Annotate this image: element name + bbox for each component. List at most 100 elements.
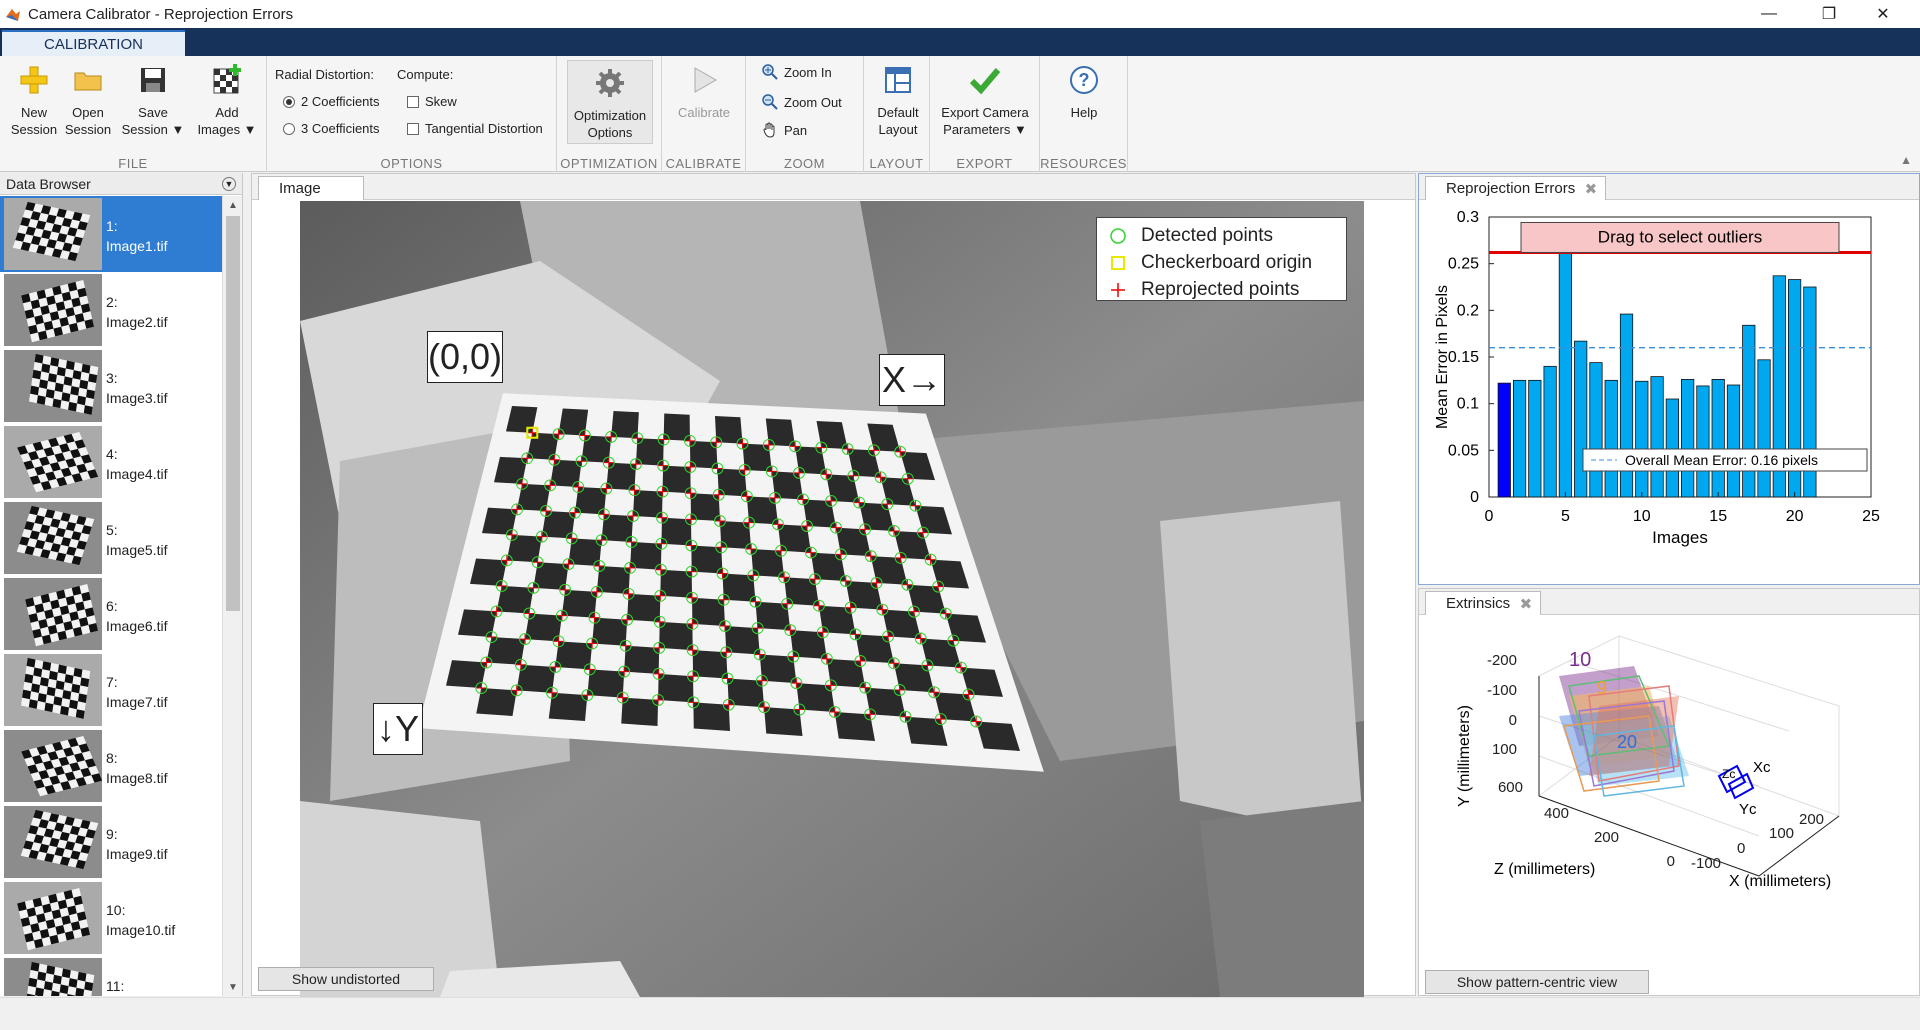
tab-extrinsics[interactable]: Extrinsics ✖: [1425, 591, 1542, 615]
x-axis-label: Images: [1652, 528, 1708, 547]
collapse-toolstrip-icon[interactable]: ▲: [1900, 153, 1912, 167]
list-item-name: Image7.tif: [106, 694, 168, 710]
checker-square: [834, 711, 875, 741]
file-section: New Session Open Session Save Session ▼ …: [0, 56, 267, 172]
list-item[interactable]: 3: Image3.tif: [0, 348, 222, 424]
three-coefficients-radio[interactable]: 3 Coefficients: [283, 121, 380, 136]
help-button[interactable]: ? Help: [1054, 62, 1114, 121]
save-icon: [135, 62, 171, 98]
y-axis-label-box: ↓Y: [373, 703, 423, 755]
extrinsics-label-10: 10: [1569, 649, 1591, 671]
tab-image[interactable]: Image: [258, 176, 364, 200]
list-item[interactable]: 6: Image6.tif: [0, 576, 222, 652]
list-item[interactable]: 10: Image10.tif: [0, 880, 222, 956]
tab-extrinsics-label: Extrinsics: [1446, 595, 1511, 612]
new-session-icon: [16, 62, 52, 98]
add-images-button[interactable]: Add Images ▼: [192, 62, 262, 138]
checker-square: [742, 443, 772, 472]
resources-section: ? Help RESOURCES: [1040, 56, 1128, 172]
default-layout-button[interactable]: Default Layout: [870, 62, 926, 138]
restore-button[interactable]: ❐: [1806, 0, 1852, 28]
x-tick-3: 100: [1769, 825, 1794, 842]
skew-label: Skew: [425, 94, 457, 109]
image-thumbnail: [4, 274, 102, 346]
list-item[interactable]: 1: Image1.tif: [0, 196, 222, 272]
zoom-in-button[interactable]: Zoom In: [762, 64, 832, 80]
error-bar: [1665, 398, 1679, 498]
ribbon-tab-strip: CALIBRATION: [0, 28, 1920, 56]
checker-square: [486, 636, 526, 665]
error-bar: [1558, 249, 1572, 498]
save-session-button[interactable]: Save Session ▼: [118, 62, 188, 138]
z-tick-4: 0: [1667, 853, 1675, 870]
x-tick-2: 0: [1737, 840, 1745, 857]
list-item[interactable]: 7: Image7.tif: [0, 652, 222, 728]
two-coefficients-radio[interactable]: 2 Coefficients: [283, 94, 380, 109]
show-pattern-centric-view-button[interactable]: Show pattern-centric view: [1425, 970, 1649, 994]
x-tick-label: 20: [1786, 508, 1804, 525]
show-undistorted-button[interactable]: Show undistorted: [258, 967, 434, 991]
checker-square: [818, 605, 856, 635]
options-section-label: OPTIONS: [380, 156, 443, 171]
extrinsics-xlabel: X (millimeters): [1729, 873, 1831, 890]
checker-square: [727, 678, 765, 708]
list-item-name: Image9.tif: [106, 846, 168, 862]
open-session-button[interactable]: Open Session: [62, 62, 114, 138]
list-item[interactable]: 4: Image4.tif: [0, 424, 222, 500]
zoom-out-button[interactable]: Zoom Out: [762, 94, 842, 110]
tab-calibration[interactable]: CALIBRATION: [2, 30, 185, 56]
extrinsics-3d-plot[interactable]: 10 9 20 Xc Yc Zc -200 -100 0 100 600 400…: [1419, 616, 1919, 956]
y-tick-4: 100: [1492, 741, 1517, 758]
panel-menu-icon[interactable]: ▼: [222, 177, 236, 191]
reprojection-error-chart[interactable]: Drag to select outliers Overall Mean Erro…: [1419, 201, 1919, 585]
error-bar: [1757, 359, 1771, 498]
new-session-label-2: Session: [10, 122, 58, 137]
list-item[interactable]: 5: Image5.tif: [0, 500, 222, 576]
camera-axis-yc: Yc: [1739, 801, 1757, 818]
checker-square: [691, 545, 723, 574]
list-item[interactable]: 8: Image8.tif: [0, 728, 222, 804]
calibrate-section-label: CALIBRATE: [665, 156, 742, 171]
legend-origin-label: Checkerboard origin: [1141, 251, 1313, 273]
checker-square: [784, 577, 819, 606]
green-circle-icon: [1110, 227, 1126, 244]
default-layout-label-1: Default: [877, 105, 919, 120]
tangential-distortion-checkbox[interactable]: Tangential Distortion: [407, 121, 543, 136]
zoom-out-icon: [762, 94, 778, 110]
list-item-name: Image3.tif: [106, 390, 168, 406]
new-session-button[interactable]: New Session: [6, 62, 62, 138]
scroll-up-icon[interactable]: ▲: [223, 196, 243, 214]
image-thumbnail: [4, 730, 102, 802]
close-tab-icon[interactable]: ✖: [1520, 595, 1533, 613]
close-tab-icon[interactable]: ✖: [1585, 180, 1598, 198]
scroll-down-icon[interactable]: ▼: [223, 978, 243, 996]
pan-button[interactable]: Pan: [762, 122, 807, 138]
minimize-button[interactable]: —: [1746, 0, 1792, 28]
optimization-options-button[interactable]: Optimization Options: [567, 60, 653, 144]
close-button[interactable]: ✕: [1860, 0, 1906, 28]
checker-square: [690, 493, 720, 521]
pan-label: Pan: [784, 122, 808, 138]
list-item[interactable]: 11:: [0, 956, 222, 996]
yellow-square-icon: [1111, 255, 1125, 270]
default-layout-label-2: Layout: [878, 122, 918, 137]
list-item-number: 6:: [106, 598, 118, 614]
list-item[interactable]: 9: Image9.tif: [0, 804, 222, 880]
resources-section-label: RESOURCES: [1040, 156, 1127, 171]
export-camera-parameters-button[interactable]: Export Camera Parameters ▼: [935, 62, 1035, 138]
image-thumbnail: [4, 578, 102, 650]
data-browser-scrollbar[interactable]: ▲ ▼: [222, 196, 242, 996]
calibrate-button[interactable]: Calibrate: [670, 62, 738, 121]
skew-checkbox[interactable]: Skew: [407, 94, 457, 109]
y-tick-1: -200: [1487, 652, 1517, 669]
checker-square: [548, 692, 588, 721]
list-item[interactable]: 2: Image2.tif: [0, 272, 222, 348]
error-bar: [1604, 379, 1618, 498]
error-bar: [1650, 376, 1664, 498]
tab-reprojection-errors[interactable]: Reprojection Errors ✖: [1425, 176, 1607, 200]
scrollbar-thumb[interactable]: [226, 216, 240, 611]
list-item-name: Image8.tif: [106, 770, 168, 786]
zoom-in-icon: [762, 64, 778, 80]
x-tick-label: 15: [1709, 508, 1727, 525]
error-bar: [1543, 365, 1557, 498]
